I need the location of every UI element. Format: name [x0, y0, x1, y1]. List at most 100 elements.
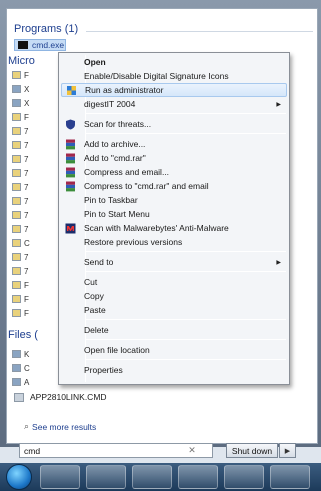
list-item[interactable]: C — [12, 238, 38, 248]
list-item[interactable]: F — [12, 294, 38, 304]
file-icon — [14, 392, 24, 402]
menu-item-label: Scan with Malwarebytes' Anti-Malware — [84, 223, 229, 233]
malwarebytes-icon — [65, 223, 76, 234]
menu-item-cut[interactable]: Cut — [61, 275, 287, 289]
file-icon — [12, 295, 21, 303]
list-item[interactable]: 7 — [12, 182, 38, 192]
list-item[interactable]: 7 — [12, 266, 38, 276]
list-item-label: F — [24, 112, 29, 122]
list-item-label: 7 — [24, 154, 29, 164]
file-icon — [12, 253, 21, 261]
result-label: cmd.exe — [32, 40, 65, 50]
list-item[interactable]: F — [12, 112, 38, 122]
menu-item-label: Properties — [84, 365, 123, 375]
menu-item-label: Open file location — [84, 345, 150, 355]
winrar-icon — [65, 167, 76, 178]
outlook-icon[interactable] — [86, 465, 126, 489]
menu-separator — [86, 359, 286, 360]
list-item-label: C — [24, 238, 30, 248]
app-icon[interactable] — [224, 465, 264, 489]
menu-item-label: Copy — [84, 291, 104, 301]
list-item[interactable]: K — [12, 349, 38, 359]
list-item[interactable]: 7 — [12, 210, 38, 220]
list-item[interactable]: 7 — [12, 196, 38, 206]
list-item-label: K — [24, 349, 30, 359]
start-button[interactable] — [6, 464, 32, 490]
list-item[interactable]: 7 — [12, 126, 38, 136]
list-item[interactable]: X — [12, 98, 38, 108]
app-icon[interactable] — [270, 465, 310, 489]
menu-item-paste[interactable]: Paste — [61, 303, 287, 317]
list-item[interactable]: 7 — [12, 224, 38, 234]
list-item-label: C — [24, 363, 30, 373]
list-item[interactable]: F — [12, 280, 38, 290]
menu-item-run-as-administrator[interactable]: Run as administrator — [61, 83, 287, 97]
list-item-label: 7 — [24, 210, 29, 220]
clear-search-icon[interactable]: ✕ — [186, 445, 198, 456]
group-header-files: Files ( — [8, 329, 38, 341]
menu-item-label: Delete — [84, 325, 109, 335]
list-item-label: X — [24, 84, 30, 94]
menu-item-pin-to-taskbar[interactable]: Pin to Taskbar — [61, 193, 287, 207]
menu-item-add-to-archive[interactable]: Add to archive... — [61, 137, 287, 151]
ie-icon[interactable] — [132, 465, 172, 489]
menu-item-properties[interactable]: Properties — [61, 363, 287, 377]
file-icon — [12, 225, 21, 233]
list-item-label: 7 — [24, 140, 29, 150]
list-item[interactable]: C — [12, 363, 38, 373]
result-app2810link[interactable]: APP2810LINK.CMD — [14, 391, 107, 403]
list-item[interactable]: 7 — [12, 140, 38, 150]
menu-item-label: Add to "cmd.rar" — [84, 153, 146, 163]
menu-item-compress-to-cmd-rar-and-email[interactable]: Compress to "cmd.rar" and email — [61, 179, 287, 193]
menu-item-compress-and-email[interactable]: Compress and email... — [61, 165, 287, 179]
menu-item-delete[interactable]: Delete — [61, 323, 287, 337]
menu-item-label: Paste — [84, 305, 106, 315]
list-item[interactable]: 7 — [12, 154, 38, 164]
list-item[interactable]: A — [12, 377, 38, 387]
shut-down-options-button[interactable]: ▶ — [279, 443, 296, 458]
file-icon — [12, 85, 21, 93]
menu-item-add-to-cmd-rar[interactable]: Add to "cmd.rar" — [61, 151, 287, 165]
menu-item-enable-disable-digital-signature-icons[interactable]: Enable/Disable Digital Signature Icons — [61, 69, 287, 83]
file-icon — [12, 155, 21, 163]
submenu-arrow-icon: ▶ — [276, 259, 281, 266]
list-item[interactable]: X — [12, 84, 38, 94]
list-item[interactable]: F — [12, 308, 38, 318]
menu-item-label: digestIT 2004 — [84, 99, 136, 109]
menu-item-open-file-location[interactable]: Open file location — [61, 343, 287, 357]
file-icon — [12, 141, 21, 149]
list-item[interactable]: F — [12, 70, 38, 80]
menu-item-label: Send to — [84, 257, 114, 267]
list-item[interactable]: 7 — [12, 168, 38, 178]
antivirus-icon — [65, 119, 76, 130]
menu-item-scan-with-malwarebytes-anti-malware[interactable]: Scan with Malwarebytes' Anti-Malware — [61, 221, 287, 235]
list-item-label: F — [24, 308, 29, 318]
messenger-icon[interactable] — [178, 465, 218, 489]
menu-item-restore-previous-versions[interactable]: Restore previous versions — [61, 235, 287, 249]
list-item-label: A — [24, 377, 30, 387]
list-item[interactable]: 7 — [12, 252, 38, 262]
file-icon — [12, 281, 21, 289]
menu-item-digestit-2004[interactable]: digestIT 2004 ▶ — [61, 97, 287, 111]
see-more-results-link[interactable]: ⌕ See more results — [24, 421, 96, 432]
list-item-label: 7 — [24, 224, 29, 234]
file-icon — [12, 267, 21, 275]
search-input[interactable] — [19, 443, 213, 458]
winrar-icon — [65, 181, 76, 192]
menu-item-label: Run as administrator — [85, 85, 164, 95]
file-icon — [12, 239, 21, 247]
menu-item-label: Add to archive... — [84, 139, 146, 149]
menu-item-scan-for-threats[interactable]: Scan for threats... — [61, 117, 287, 131]
file-icon — [12, 99, 21, 107]
shut-down-label: Shut down — [231, 445, 273, 456]
shut-down-button[interactable]: Shut down — [226, 443, 278, 458]
result-cmd-exe[interactable]: cmd.exe — [14, 39, 66, 51]
menu-separator — [86, 251, 286, 252]
menu-item-pin-to-start-menu[interactable]: Pin to Start Menu — [61, 207, 287, 221]
explorer-icon[interactable] — [40, 465, 80, 489]
file-icon — [12, 71, 21, 79]
menu-item-open[interactable]: Open — [61, 55, 287, 69]
winrar-icon — [65, 153, 76, 164]
menu-item-copy[interactable]: Copy — [61, 289, 287, 303]
menu-item-send-to[interactable]: Send to ▶ — [61, 255, 287, 269]
